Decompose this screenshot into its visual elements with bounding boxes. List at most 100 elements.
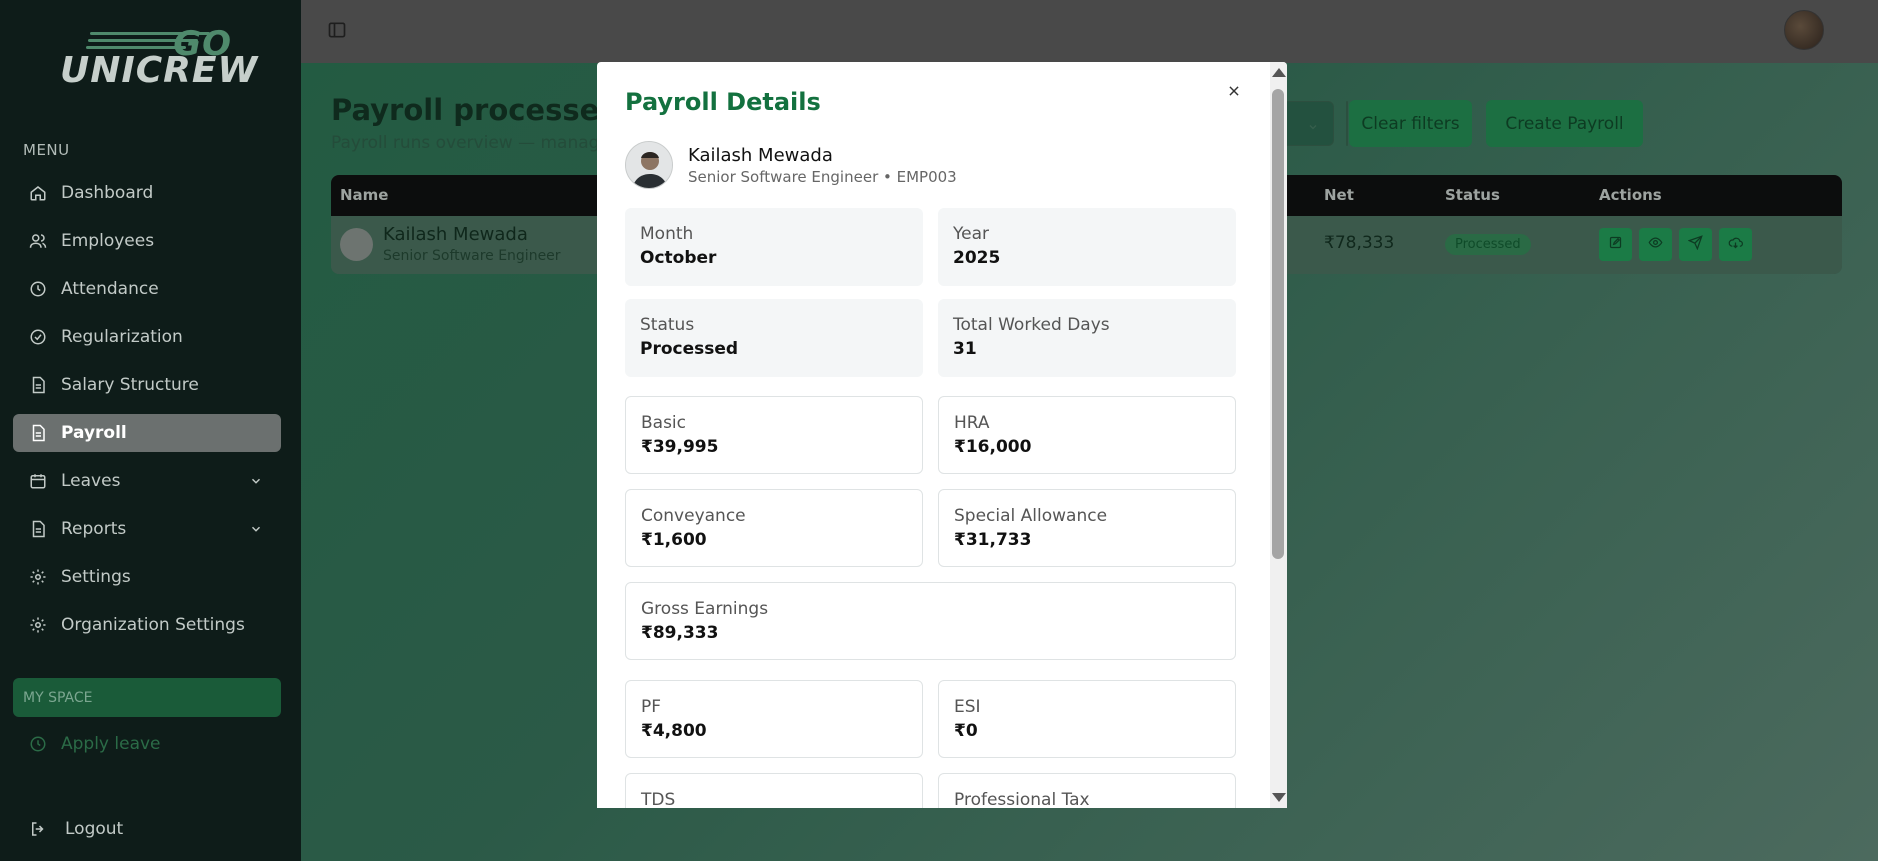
sidebar-item-organization-settings[interactable]: Organization Settings [13,606,281,644]
gear-icon [29,568,47,586]
gear-icon [29,616,47,634]
scroll-down-arrow-icon[interactable] [1272,793,1286,802]
top-bar [301,0,1878,63]
scrollbar-thumb[interactable] [1272,89,1284,559]
clock-icon [29,735,47,753]
sidebar-item-attendance[interactable]: Attendance [13,270,281,308]
column-header-status: Status [1445,186,1500,204]
worked-days-card: Total Worked Days 31 [938,299,1236,377]
sidebar-toggle-icon[interactable] [327,20,347,44]
edit-button[interactable] [1599,228,1632,261]
row-actions [1599,228,1752,261]
sidebar-item-payroll[interactable]: Payroll [13,414,281,452]
field-label: Year [953,224,989,244]
chevron-down-icon[interactable] [249,521,263,541]
field-label: Month [640,224,694,244]
sidebar-nav: Dashboard Employees Attendance Regulariz… [13,174,281,654]
logo-stripe [86,46,186,49]
sidebar-item-label: Employees [61,231,155,251]
modal-title: Payroll Details [625,88,821,116]
field-value: 2025 [953,248,1001,268]
sidebar-item-label: Attendance [61,279,159,299]
field-label: ESI [954,697,981,717]
field-value: 31 [953,339,977,359]
special-allowance-card: Special Allowance ₹31,733 [938,489,1236,567]
sidebar-item-leaves[interactable]: Leaves [13,462,281,500]
check-circle-icon [29,328,47,346]
cloud-download-icon [1728,235,1743,254]
employee-role: Senior Software Engineer [383,248,561,264]
basic-card: Basic ₹39,995 [625,396,923,474]
users-icon [29,232,47,250]
send-button[interactable] [1679,228,1712,261]
hra-card: HRA ₹16,000 [938,396,1236,474]
field-label: Total Worked Days [953,315,1110,335]
document-icon [29,376,47,394]
field-value: ₹89,333 [641,623,719,643]
field-value: ₹4,800 [641,721,707,741]
apply-leave-link[interactable]: Apply leave [29,734,161,754]
sidebar-item-label: Dashboard [61,183,154,203]
document-icon [29,520,47,538]
column-header-name: Name [340,186,389,204]
close-button[interactable] [1224,82,1244,102]
field-value: ₹1,600 [641,530,707,550]
create-payroll-button[interactable]: Create Payroll [1486,100,1643,147]
field-label: HRA [954,413,990,433]
apply-leave-label: Apply leave [61,734,161,754]
chevron-down-icon[interactable] [249,473,263,493]
sidebar-item-employees[interactable]: Employees [13,222,281,260]
field-label: TDS [641,790,676,808]
download-button[interactable] [1719,228,1752,261]
eye-icon [1648,235,1663,254]
field-value: October [640,248,717,268]
status-badge: Processed [1445,234,1531,255]
edit-icon [1608,235,1623,254]
chevron-down-icon [1307,118,1319,138]
net-amount: ₹78,333 [1324,233,1395,253]
tds-card: TDS [625,773,923,808]
sidebar-item-label: Leaves [61,471,121,491]
clock-icon [29,280,47,298]
sidebar-item-label: Organization Settings [61,615,245,635]
my-space-section: MY SPACE [13,678,281,717]
month-card: Month October [625,208,923,286]
sidebar-item-dashboard[interactable]: Dashboard [13,174,281,212]
employee-name: Kailash Mewada [383,224,528,245]
home-icon [29,184,47,202]
employee-subtitle: Senior Software Engineer • EMP003 [688,168,957,186]
field-value: ₹0 [954,721,978,741]
logout-label: Logout [65,819,124,839]
avatar [340,228,373,261]
scroll-up-arrow-icon[interactable] [1272,68,1286,77]
brand-logo[interactable]: GO UNICREW [58,22,257,91]
calendar-icon [29,472,47,490]
logo-unicrew-text: UNICREW [60,50,259,91]
sidebar-item-reports[interactable]: Reports [13,510,281,548]
column-header-net: Net [1324,186,1354,204]
view-button[interactable] [1639,228,1672,261]
sidebar-item-label: Payroll [61,423,127,443]
logout-button[interactable]: Logout [29,819,123,839]
field-label: Basic [641,413,687,433]
sidebar-item-label: Reports [61,519,127,539]
status-card: Status Processed [625,299,923,377]
month-filter-edge [1346,101,1348,146]
year-card: Year 2025 [938,208,1236,286]
field-value: ₹39,995 [641,437,719,457]
payroll-details-modal: Payroll Details Kailash Mewada Senior So… [597,62,1287,808]
field-label: Conveyance [641,506,746,526]
logout-icon [29,820,47,838]
user-avatar[interactable] [1784,10,1824,50]
employee-name: Kailash Mewada [688,145,833,166]
menu-section-label: MENU [23,141,70,159]
clear-filters-button[interactable]: Clear filters [1349,100,1472,147]
send-icon [1687,235,1703,254]
field-value: Processed [640,339,739,359]
sidebar-item-settings[interactable]: Settings [13,558,281,596]
sidebar-item-salary-structure[interactable]: Salary Structure [13,366,281,404]
conveyance-card: Conveyance ₹1,600 [625,489,923,567]
sidebar-item-label: Regularization [61,327,183,347]
field-label: Gross Earnings [641,599,769,619]
sidebar-item-regularization[interactable]: Regularization [13,318,281,356]
